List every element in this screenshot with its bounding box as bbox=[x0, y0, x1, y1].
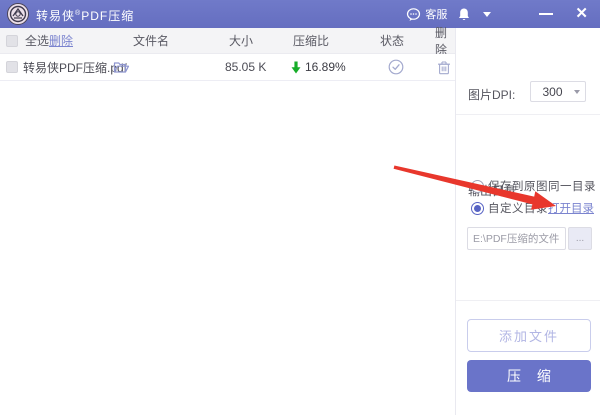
table-header: 全选 删除 文件名 大小 压缩比 状态 删除 bbox=[0, 25, 455, 57]
size-decrease-arrow-icon bbox=[291, 61, 301, 74]
dpi-select[interactable]: 300 bbox=[530, 81, 586, 102]
delete-row-trash-icon[interactable] bbox=[437, 54, 451, 80]
app-logo-icon bbox=[7, 3, 29, 25]
close-button[interactable]: ✕ bbox=[575, 0, 588, 28]
app-title: 转易侠®PDF压缩 bbox=[36, 9, 135, 23]
file-list: 全选 删除 文件名 大小 压缩比 状态 删除 转易侠PDF压缩.pdf 85.0… bbox=[0, 25, 456, 415]
customer-service-icon[interactable] bbox=[406, 7, 421, 22]
output-path-input[interactable]: E:\PDF压缩的文件 bbox=[467, 227, 566, 250]
open-folder-icon[interactable] bbox=[113, 54, 130, 80]
chevron-down-icon[interactable] bbox=[483, 11, 492, 17]
dpi-value: 300 bbox=[542, 84, 563, 99]
panel-divider-top bbox=[456, 114, 600, 115]
select-all-label[interactable]: 全选 bbox=[25, 28, 49, 53]
compress-button[interactable]: 压 缩 bbox=[467, 360, 591, 392]
compression-ratio: 16.89% bbox=[305, 60, 346, 74]
radio-custom-dir[interactable]: 自定义目录 打开目录 bbox=[471, 200, 594, 216]
panel-divider-bottom bbox=[456, 300, 600, 301]
status-done-icon bbox=[388, 54, 404, 80]
add-files-button[interactable]: 添加文件 bbox=[467, 319, 591, 352]
radio-same-dir-circle[interactable] bbox=[471, 179, 484, 193]
customer-service-label[interactable]: 客服 bbox=[425, 6, 447, 22]
col-delete: 删除 bbox=[435, 25, 448, 57]
col-ratio: 压缩比 bbox=[293, 34, 330, 48]
settings-panel: 图片DPI: 300 输出目录 保存到原图同一目录 自定义目录 打开目录 E:\P… bbox=[456, 28, 600, 415]
notification-bell-icon[interactable] bbox=[457, 7, 471, 22]
browse-button[interactable]: ... bbox=[568, 227, 592, 250]
dpi-label: 图片DPI: bbox=[468, 88, 516, 102]
radio-same-dir[interactable]: 保存到原图同一目录 bbox=[471, 178, 596, 194]
col-status: 状态 bbox=[380, 34, 405, 48]
delete-selected-link[interactable]: 删除 bbox=[49, 28, 73, 53]
titlebar: 转易侠®PDF压缩 客服 ✕ bbox=[0, 0, 600, 28]
file-name: 转易侠PDF压缩.pdf bbox=[23, 60, 128, 75]
table-row[interactable]: 转易侠PDF压缩.pdf 85.05 K 16.89% bbox=[0, 54, 455, 81]
dpi-caret-icon bbox=[574, 89, 580, 94]
app-window: 转易侠®PDF压缩 客服 ✕ 全选 删除 文件名 大小 压缩比 状态 删除 转易… bbox=[0, 0, 600, 415]
file-size: 85.05 K bbox=[225, 60, 267, 74]
select-all-checkbox[interactable] bbox=[6, 34, 18, 47]
radio-custom-dir-circle[interactable] bbox=[471, 201, 484, 215]
menu-icon[interactable] bbox=[505, 10, 521, 18]
open-directory-link[interactable]: 打开目录 bbox=[548, 200, 594, 216]
row-checkbox[interactable] bbox=[6, 61, 18, 73]
col-size: 大小 bbox=[229, 34, 254, 48]
minimize-button[interactable] bbox=[539, 13, 554, 15]
col-filename: 文件名 bbox=[133, 34, 170, 48]
